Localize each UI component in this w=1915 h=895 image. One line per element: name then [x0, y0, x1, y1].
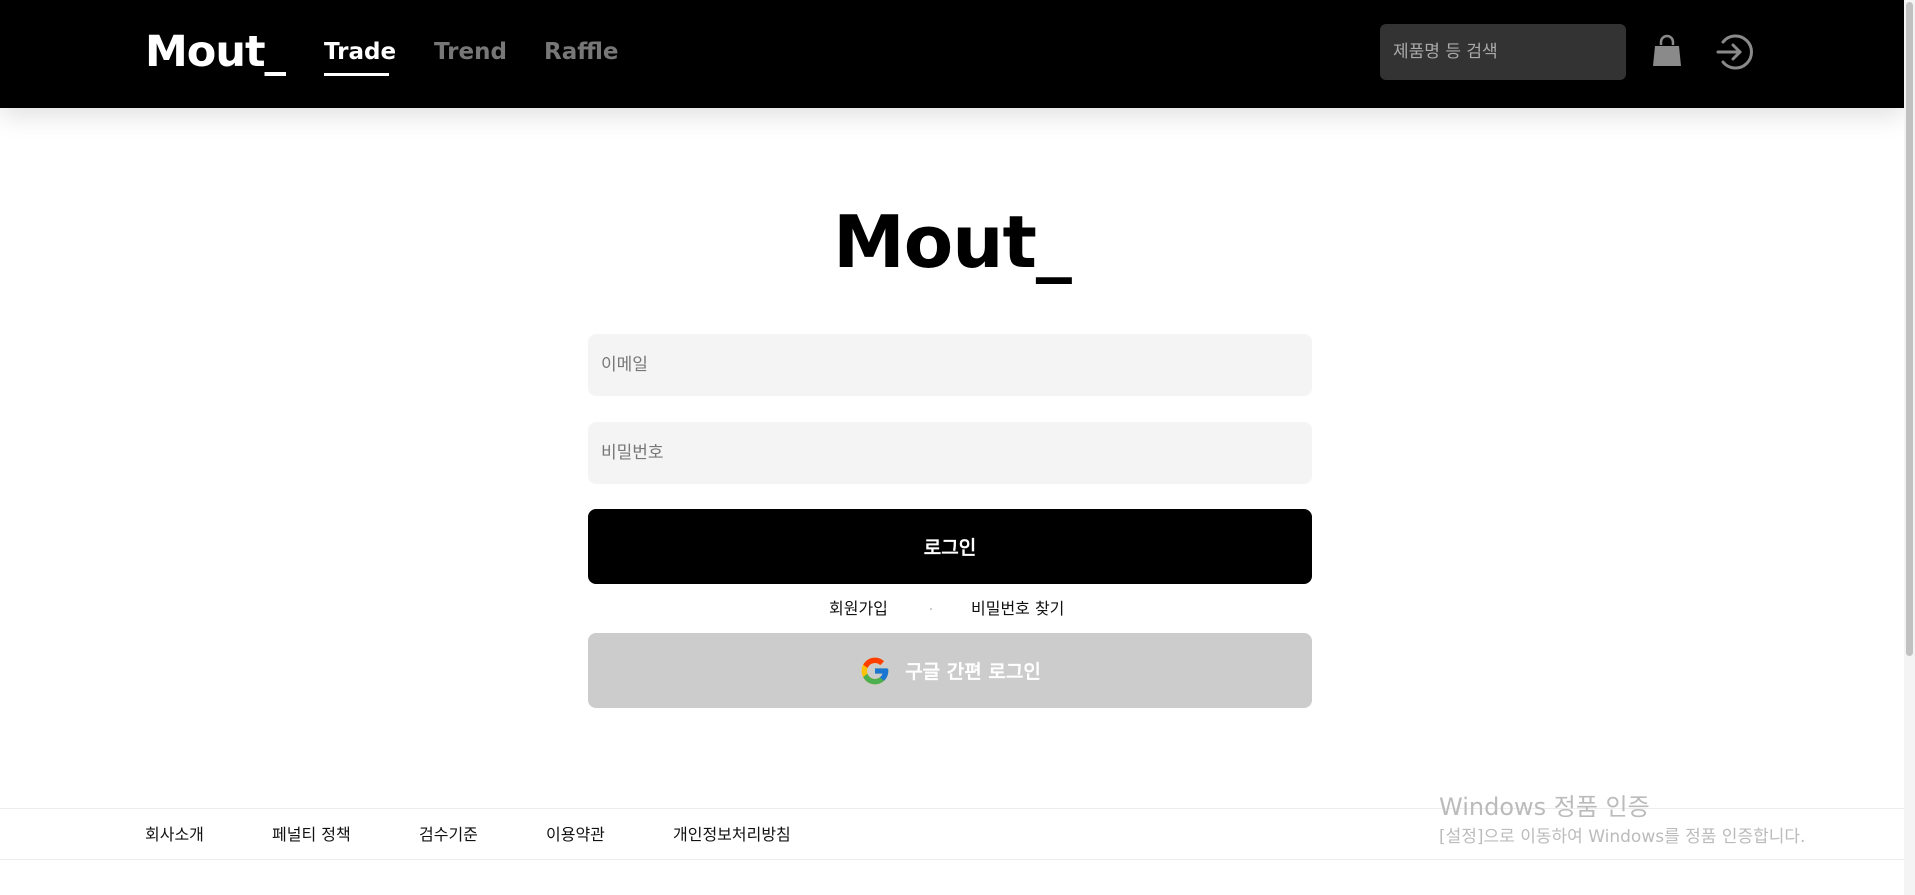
top-navbar: Mout_ Trade Trend Raffle: [0, 0, 1904, 108]
windows-activation-title: Windows 정품 인증: [1439, 793, 1650, 821]
nav-active-indicator: [324, 73, 389, 76]
scrollbar-thumb[interactable]: [1906, 2, 1913, 656]
email-field[interactable]: [588, 334, 1312, 396]
google-login-button[interactable]: 구글 간편 로그인: [588, 633, 1312, 708]
find-password-link[interactable]: 비밀번호 찾기: [971, 598, 1064, 620]
footer-link-company[interactable]: 회사소개: [145, 824, 204, 846]
login-icon[interactable]: [1715, 32, 1755, 72]
footer-link-privacy[interactable]: 개인정보처리방침: [673, 824, 791, 846]
windows-activation-subtitle: [설정]으로 이동하여 Windows를 정품 인증합니다.: [1439, 827, 1806, 847]
login-logo: Mout_: [833, 200, 1072, 284]
shopping-bag-icon[interactable]: [1651, 34, 1683, 68]
signup-link[interactable]: 회원가입: [829, 598, 888, 620]
brand-logo[interactable]: Mout_: [145, 26, 286, 78]
google-login-label: 구글 간편 로그인: [905, 661, 1041, 683]
footer-link-penalty-policy[interactable]: 페널티 정책: [272, 824, 351, 846]
search-input[interactable]: [1380, 24, 1626, 80]
footer-link-inspection-standard[interactable]: 검수기준: [419, 824, 478, 846]
nav-raffle[interactable]: Raffle: [544, 38, 619, 66]
nav-trade[interactable]: Trade: [324, 38, 396, 66]
login-button[interactable]: 로그인: [588, 509, 1312, 584]
google-icon: [861, 657, 889, 684]
link-separator: [930, 608, 932, 610]
footer-link-terms[interactable]: 이용약관: [546, 824, 605, 846]
page: Mout_ Trade Trend Raffle Mout_ 로그인 회원가입 …: [0, 0, 1915, 895]
password-field[interactable]: [588, 422, 1312, 484]
nav-trend[interactable]: Trend: [434, 38, 507, 66]
